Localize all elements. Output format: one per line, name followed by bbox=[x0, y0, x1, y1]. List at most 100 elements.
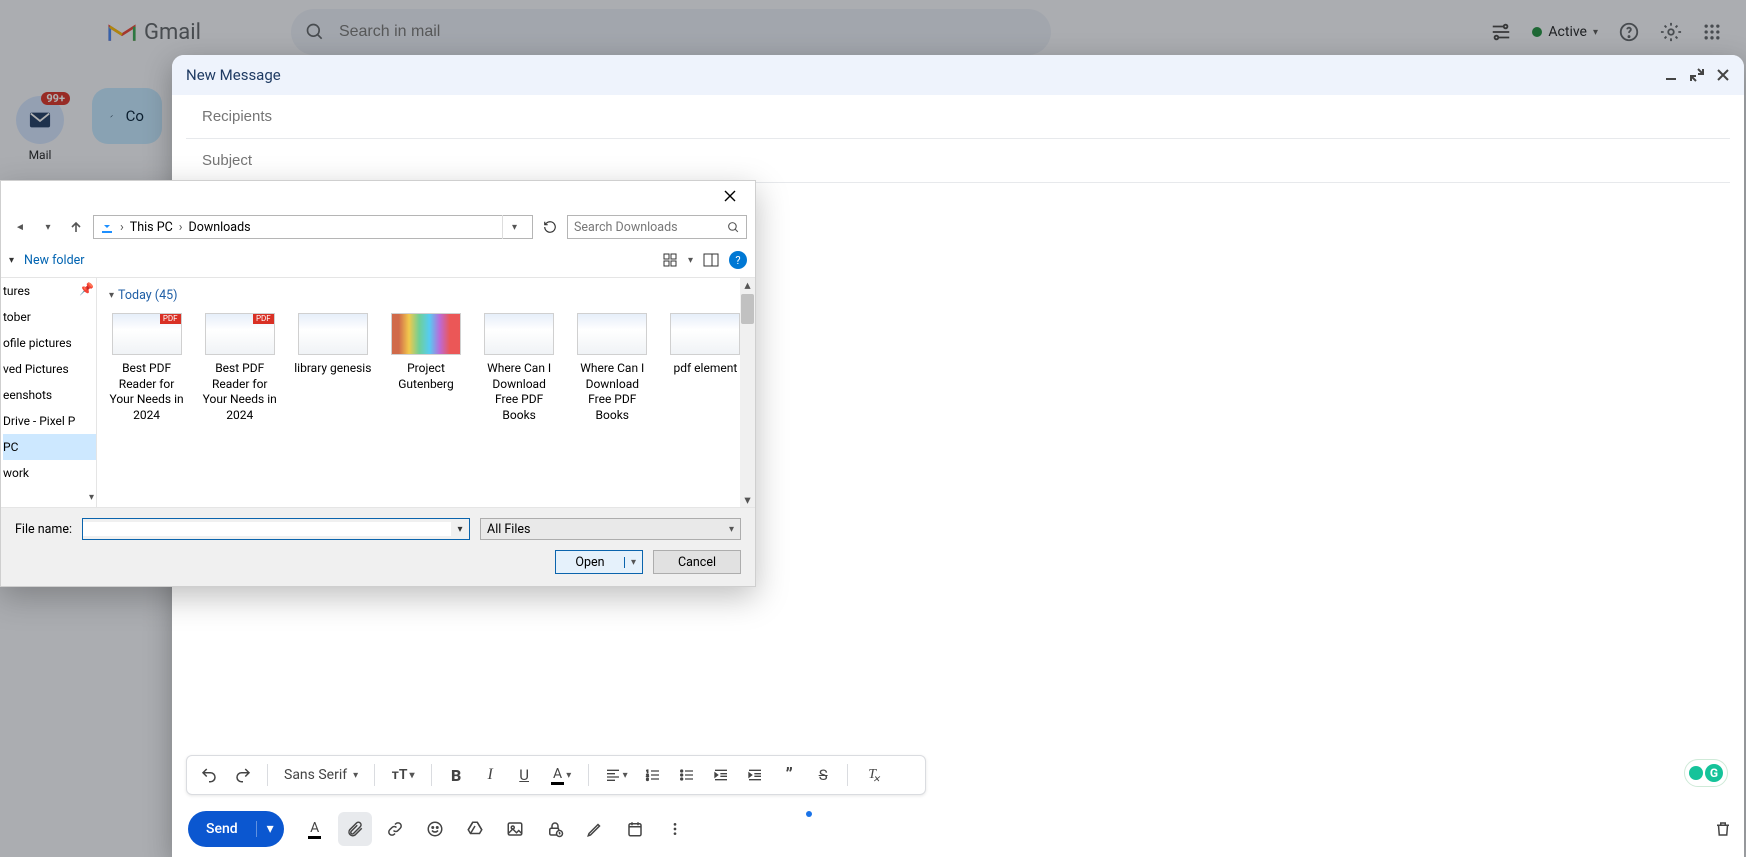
strikethrough-button[interactable]: S bbox=[809, 761, 837, 789]
redo-button[interactable] bbox=[229, 761, 257, 789]
quote-button[interactable]: ” bbox=[775, 761, 803, 789]
support-icon[interactable] bbox=[1618, 21, 1640, 43]
view-dropdown[interactable]: ▾ bbox=[688, 255, 693, 266]
file-group-header[interactable]: ▾ Today (45) bbox=[109, 288, 745, 303]
view-options-button[interactable] bbox=[662, 252, 678, 268]
file-item[interactable]: library genesis bbox=[293, 313, 372, 423]
numbered-list-button[interactable]: 123 bbox=[639, 761, 667, 789]
nav-back-button[interactable]: ◄ bbox=[9, 222, 31, 233]
scroll-up-icon[interactable]: ▴ bbox=[740, 278, 755, 292]
insert-signature-button[interactable] bbox=[578, 812, 612, 846]
pencil-icon bbox=[110, 106, 114, 126]
file-thumbnail bbox=[298, 313, 368, 355]
breadcrumb-history-button[interactable]: ▾ bbox=[502, 215, 526, 239]
scroll-down-icon[interactable]: ▾ bbox=[740, 493, 755, 507]
send-button[interactable]: Send ▾ bbox=[188, 811, 284, 847]
settings-icon[interactable] bbox=[1660, 21, 1682, 43]
grammarly-widget[interactable]: G bbox=[1684, 759, 1728, 787]
schedule-send-button[interactable] bbox=[618, 812, 652, 846]
file-item[interactable]: Best PDF Reader for Your Needs in 2024 bbox=[200, 313, 279, 423]
insert-link-button[interactable] bbox=[378, 812, 412, 846]
bulleted-list-button[interactable] bbox=[673, 761, 701, 789]
font-size-button[interactable]: тT ▾ bbox=[385, 761, 421, 789]
nav-up-button[interactable] bbox=[65, 220, 87, 234]
file-name: Where Can I Download Free PDF Books bbox=[480, 361, 559, 423]
apps-icon[interactable] bbox=[1702, 22, 1722, 42]
filename-dropdown[interactable]: ▾ bbox=[451, 519, 469, 539]
sidebar-item[interactable]: ved Pictures bbox=[3, 356, 96, 382]
refresh-button[interactable] bbox=[539, 220, 561, 234]
dialog-close-button[interactable] bbox=[713, 185, 747, 207]
undo-button[interactable] bbox=[195, 761, 223, 789]
expand-icon[interactable]: ▾ bbox=[89, 492, 94, 503]
open-dropdown[interactable]: ▾ bbox=[624, 557, 642, 568]
search-bar[interactable] bbox=[291, 9, 1051, 55]
cancel-button[interactable]: Cancel bbox=[653, 550, 741, 574]
compose-title: New Message bbox=[186, 66, 281, 84]
insert-drive-button[interactable] bbox=[458, 812, 492, 846]
file-item[interactable]: Best PDF Reader for Your Needs in 2024 bbox=[107, 313, 186, 423]
breadcrumb-root[interactable]: This PC bbox=[130, 220, 173, 235]
search-options-icon[interactable] bbox=[1490, 21, 1512, 43]
sidebar-item[interactable]: eenshots bbox=[3, 382, 96, 408]
file-name: Best PDF Reader for Your Needs in 2024 bbox=[200, 361, 279, 423]
font-family-select[interactable]: Sans Serif▾ bbox=[278, 767, 364, 783]
sidebar-item[interactable]: PC bbox=[3, 434, 96, 460]
indent-more-button[interactable] bbox=[741, 761, 769, 789]
preview-pane-button[interactable] bbox=[703, 252, 719, 268]
pin-icon[interactable]: 📌 bbox=[79, 282, 94, 296]
organize-dropdown[interactable]: ▾ bbox=[9, 255, 14, 266]
formatting-toggle-button[interactable]: A bbox=[298, 812, 332, 846]
sidebar-item[interactable]: Drive - Pixel P bbox=[3, 408, 96, 434]
new-folder-button[interactable]: New folder bbox=[24, 253, 84, 268]
compose-button[interactable]: Co bbox=[92, 88, 162, 144]
italic-button[interactable]: I bbox=[476, 761, 504, 789]
scrollbar[interactable]: ▴ ▾ bbox=[740, 278, 755, 507]
confidential-mode-button[interactable] bbox=[538, 812, 572, 846]
file-item[interactable]: Where Can I Download Free PDF Books bbox=[480, 313, 559, 423]
file-item[interactable]: Project Gutenberg bbox=[386, 313, 465, 423]
subject-field[interactable] bbox=[186, 139, 1730, 183]
recipients-input[interactable] bbox=[202, 108, 1714, 125]
insert-emoji-button[interactable] bbox=[418, 812, 452, 846]
open-button[interactable]: Open ▾ bbox=[555, 550, 643, 574]
help-button[interactable]: ? bbox=[729, 251, 747, 269]
file-open-dialog: ◄ ▾ › This PC › Downloads ▾ Search Downl… bbox=[0, 180, 756, 587]
subject-input[interactable] bbox=[202, 152, 1714, 169]
search-input[interactable] bbox=[339, 23, 1037, 41]
more-options-button[interactable] bbox=[658, 812, 692, 846]
file-item[interactable]: Where Can I Download Free PDF Books bbox=[573, 313, 652, 423]
nav-history-dropdown[interactable]: ▾ bbox=[37, 222, 59, 233]
breadcrumb-folder[interactable]: Downloads bbox=[189, 220, 251, 235]
minimize-button[interactable] bbox=[1664, 68, 1678, 82]
exit-fullscreen-button[interactable] bbox=[1690, 68, 1704, 82]
discard-draft-button[interactable] bbox=[1706, 812, 1740, 846]
file-thumbnail bbox=[112, 313, 182, 355]
insert-photo-button[interactable] bbox=[498, 812, 532, 846]
file-item[interactable]: pdf element bbox=[666, 313, 745, 423]
scroll-thumb[interactable] bbox=[741, 294, 754, 324]
sidebar-item[interactable]: tober bbox=[3, 304, 96, 330]
breadcrumb-bar[interactable]: › This PC › Downloads ▾ bbox=[93, 215, 533, 239]
underline-button[interactable]: U bbox=[510, 761, 538, 789]
status-chip[interactable]: Active ▾ bbox=[1532, 24, 1598, 40]
align-button[interactable]: ▾ bbox=[599, 761, 633, 789]
file-type-select[interactable]: All Files ▾ bbox=[480, 518, 741, 540]
remove-formatting-button[interactable]: T✕ bbox=[858, 761, 886, 789]
filename-input[interactable] bbox=[83, 522, 451, 536]
search-icon bbox=[305, 22, 325, 42]
file-name: Best PDF Reader for Your Needs in 2024 bbox=[107, 361, 186, 423]
mail-app-button[interactable]: 99+ bbox=[16, 96, 64, 144]
sidebar-item[interactable]: work bbox=[3, 460, 96, 486]
dialog-search[interactable]: Search Downloads bbox=[567, 215, 747, 239]
bold-button[interactable]: B bbox=[442, 761, 470, 789]
close-button[interactable] bbox=[1716, 68, 1730, 82]
filename-combobox[interactable]: ▾ bbox=[82, 518, 470, 540]
send-more-button[interactable]: ▾ bbox=[256, 821, 284, 837]
sidebar-item[interactable]: ofile pictures bbox=[3, 330, 96, 356]
attach-file-button[interactable] bbox=[338, 812, 372, 846]
indent-less-button[interactable] bbox=[707, 761, 735, 789]
text-color-button[interactable]: A▾ bbox=[544, 761, 578, 789]
compose-titlebar: New Message bbox=[172, 55, 1744, 95]
recipients-field[interactable] bbox=[186, 95, 1730, 139]
